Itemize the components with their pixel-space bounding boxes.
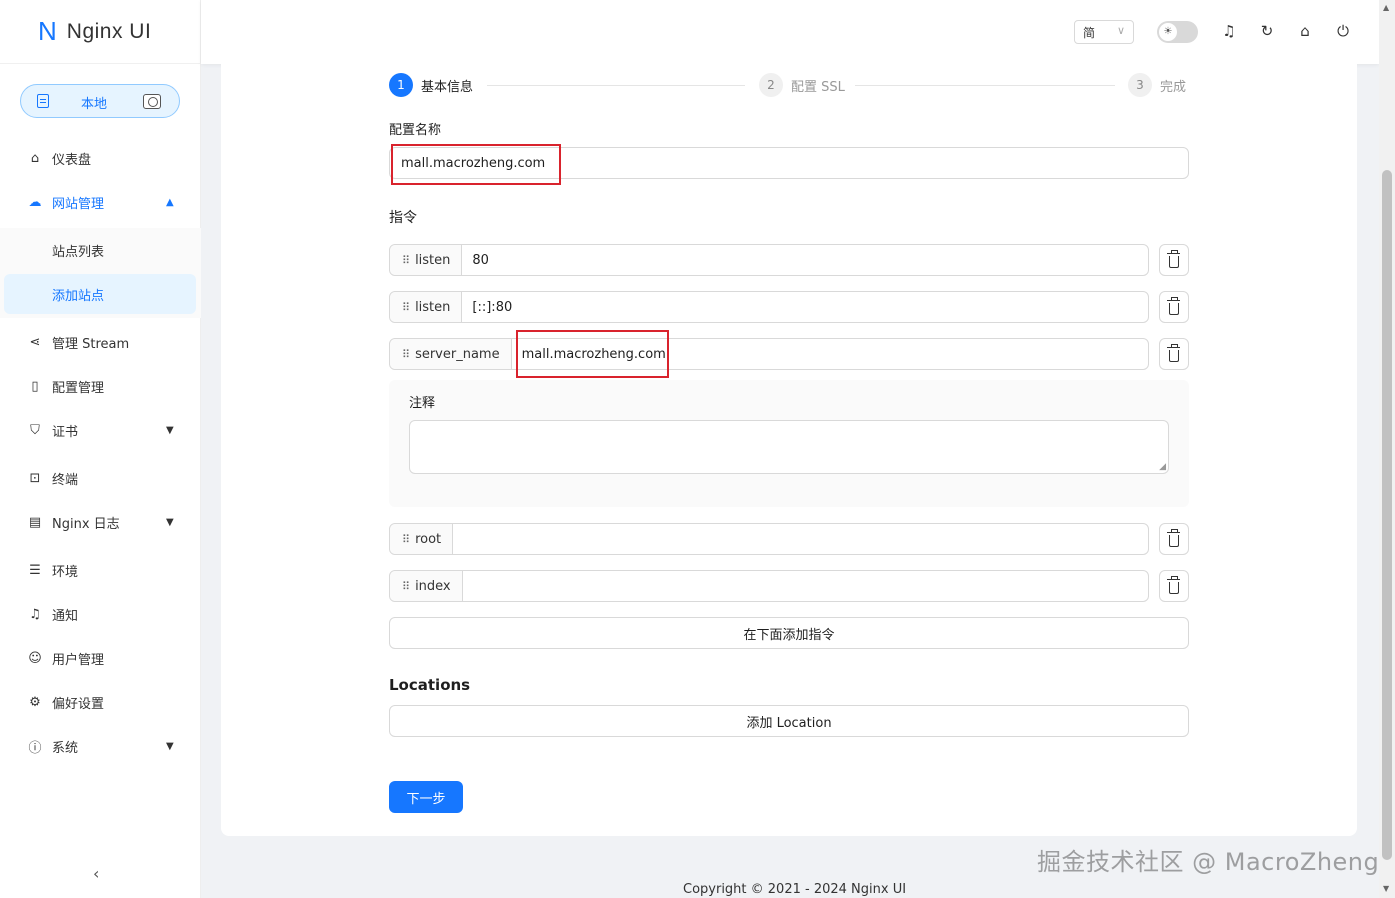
footer-copyright: Copyright © 2021 - 2024 Nginx UI	[683, 882, 907, 897]
delete-directive-button[interactable]	[1159, 338, 1189, 370]
page-scrollbar[interactable]: ▲ ▼	[1379, 0, 1395, 898]
delete-directive-button[interactable]	[1159, 291, 1189, 323]
dashboard-icon[interactable]	[143, 94, 161, 109]
delete-directive-button[interactable]	[1159, 523, 1189, 555]
cloud-icon: ☁	[28, 194, 42, 210]
gear-icon: ⚙	[29, 694, 41, 710]
comment-textarea[interactable]: ◢	[409, 420, 1169, 474]
scrollbar-thumb[interactable]	[1382, 170, 1392, 860]
shield-icon: ⛉	[30, 422, 40, 438]
chevron-down-icon: ▼	[166, 740, 174, 752]
sidebar-item-site-list[interactable]: 站点列表	[4, 230, 196, 270]
directive-value-input[interactable]: 80	[462, 245, 489, 275]
drag-handle-icon[interactable]: ⠿	[402, 301, 410, 314]
sidebar-item-config[interactable]: ▯ 配置管理	[0, 366, 201, 406]
bell-icon: ♫	[29, 606, 41, 622]
comment-label: 注释	[409, 396, 436, 411]
file-text-icon: ▤	[28, 514, 42, 530]
step-done: 3 完成	[1128, 73, 1186, 97]
top-header: 简 ∨ ♫ ↻ ⌂ ⏻	[201, 0, 1379, 64]
drag-handle-icon[interactable]: ⠿	[402, 533, 410, 546]
directive-value-input[interactable]	[453, 524, 463, 554]
sidebar-item-environment[interactable]: ☰ 环境	[0, 550, 201, 590]
delete-directive-button[interactable]	[1159, 244, 1189, 276]
file-icon: ▯	[31, 378, 39, 394]
trash-icon	[1167, 528, 1180, 547]
trash-icon	[1167, 343, 1180, 362]
add-location-button[interactable]: 添加 Location	[389, 705, 1189, 737]
chevron-down-icon: ∨	[1116, 24, 1125, 37]
directives-label: 指令	[389, 210, 417, 226]
sidebar-item-nginx-log[interactable]: ▤ Nginx 日志 ▼	[0, 502, 201, 542]
directive-row: ⠿ index	[389, 570, 1149, 602]
sidebar: N Nginx UI 本地 ⌂ 仪表盘 ☁ 网站管理 ▲ 站点列表 添加站点 ⋖…	[0, 0, 201, 898]
directive-name[interactable]: ⠿ server_name	[390, 339, 512, 369]
sidebar-item-users[interactable]: ☺ 用户管理	[0, 638, 201, 678]
sidebar-item-system[interactable]: ⓘ 系统 ▼	[0, 726, 201, 766]
directive-row: ⠿ root	[389, 523, 1149, 555]
terminal-icon: ⊡	[29, 470, 41, 486]
sidebar-item-sites[interactable]: ☁ 网站管理 ▲	[0, 182, 201, 222]
step-ssl: 2 配置 SSL	[759, 73, 845, 97]
sidebar-item-terminal[interactable]: ⊡ 终端	[0, 458, 201, 498]
step-divider	[855, 85, 1115, 86]
environment-switcher[interactable]: 本地	[20, 84, 180, 118]
collapse-sidebar-icon[interactable]: ‹	[93, 864, 99, 883]
chevron-down-icon: ▼	[166, 424, 174, 436]
directive-name[interactable]: ⠿ listen	[390, 245, 463, 275]
sidebar-item-add-site[interactable]: 添加站点	[4, 274, 196, 314]
share-icon: ⋖	[29, 334, 41, 350]
sidebar-item-preferences[interactable]: ⚙ 偏好设置	[0, 682, 201, 722]
app-name: Nginx UI	[66, 19, 152, 43]
sidebar-item-certificate[interactable]: ⛉ 证书 ▼	[0, 410, 201, 450]
trash-icon	[1167, 575, 1180, 594]
drag-handle-icon[interactable]: ⠿	[402, 254, 410, 267]
highlight-box	[516, 330, 669, 378]
language-select[interactable]: 简 ∨	[1074, 20, 1134, 44]
step-divider	[487, 85, 745, 86]
home-icon[interactable]: ⌂	[1296, 22, 1314, 40]
nginx-logo-icon: N	[38, 16, 57, 46]
directive-row: ⠿ listen [::]:80	[389, 291, 1149, 323]
directive-row: ⠿ listen 80	[389, 244, 1149, 276]
sidebar-item-stream[interactable]: ⋖ 管理 Stream	[0, 322, 201, 362]
trash-icon	[1167, 249, 1180, 268]
database-icon: ☰	[29, 562, 41, 578]
bell-icon[interactable]: ♫	[1220, 22, 1238, 40]
app-logo[interactable]: N Nginx UI	[0, 0, 200, 64]
directive-value-input[interactable]: [::]:80	[462, 292, 512, 322]
watermark: 掘金技术社区 @ MacroZheng	[1037, 848, 1380, 876]
resize-handle-icon[interactable]: ◢	[1159, 462, 1166, 472]
step-basic-info: 1 基本信息	[389, 73, 473, 97]
chevron-up-icon: ▲	[166, 196, 174, 208]
scroll-down-icon[interactable]: ▼	[1383, 884, 1389, 893]
directive-row: ⠿ server_name mall.macrozheng.com	[389, 338, 1149, 370]
sidebar-item-dashboard[interactable]: ⌂ 仪表盘	[0, 138, 201, 178]
environment-label: 本地	[81, 97, 108, 112]
logout-icon[interactable]: ⏻	[1334, 22, 1352, 40]
highlight-box	[391, 144, 561, 185]
locations-title: Locations	[389, 676, 471, 694]
directive-name[interactable]: ⠿ index	[390, 571, 463, 601]
directive-name[interactable]: ⠿ root	[390, 524, 454, 554]
directive-name[interactable]: ⠿ listen	[390, 292, 463, 322]
drag-handle-icon[interactable]: ⠿	[402, 580, 410, 593]
sidebar-item-notification[interactable]: ♫ 通知	[0, 594, 201, 634]
next-step-button[interactable]: 下一步	[389, 781, 463, 813]
config-name-label: 配置名称	[389, 123, 442, 138]
drag-handle-icon[interactable]: ⠿	[402, 348, 410, 361]
steps: 1 基本信息 2 配置 SSL 3 完成	[389, 73, 1189, 99]
user-icon: ☺	[28, 650, 42, 666]
delete-directive-button[interactable]	[1159, 570, 1189, 602]
scroll-up-icon[interactable]: ▲	[1383, 3, 1389, 12]
directive-value-input[interactable]	[463, 571, 473, 601]
info-icon: ⓘ	[28, 740, 42, 756]
home-icon: ⌂	[30, 150, 40, 166]
add-directive-button[interactable]: 在下面添加指令	[389, 617, 1189, 649]
database-icon	[37, 94, 49, 108]
trash-icon	[1167, 296, 1180, 315]
theme-toggle[interactable]	[1157, 21, 1198, 43]
reload-icon[interactable]: ↻	[1258, 22, 1276, 40]
chevron-down-icon: ▼	[166, 516, 174, 528]
